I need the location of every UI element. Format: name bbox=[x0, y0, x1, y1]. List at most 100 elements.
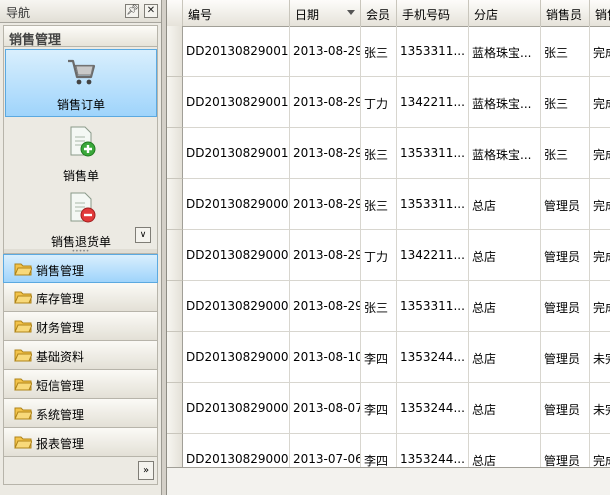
column-header-status[interactable]: 销售 bbox=[590, 0, 610, 26]
cell-date[interactable]: 2013-08-10 bbox=[290, 332, 361, 383]
cell-phone[interactable]: 1353311... bbox=[397, 128, 469, 179]
cell-member[interactable]: 丁力 bbox=[361, 77, 397, 128]
row-header[interactable] bbox=[167, 179, 183, 230]
navigation-title: 导航 bbox=[6, 6, 31, 20]
nav-group-inventory[interactable]: 库存管理 bbox=[3, 283, 158, 312]
folder-icon bbox=[14, 407, 32, 420]
table-row[interactable]: DD201308290013 2013-08-29 张三 1353311... 蓝格珠宝… bbox=[183, 26, 610, 77]
nav-item-label: 销售单 bbox=[62, 169, 99, 183]
cell-member[interactable]: 张三 bbox=[361, 128, 397, 179]
row-header[interactable] bbox=[167, 77, 183, 128]
cell-phone[interactable]: 1353311... bbox=[397, 281, 469, 332]
row-header[interactable] bbox=[167, 383, 183, 434]
cell-salesperson[interactable]: 管理员 bbox=[541, 383, 590, 434]
cell-salesperson[interactable]: 张三 bbox=[541, 77, 590, 128]
double-chevron-right-icon[interactable]: » bbox=[138, 461, 154, 480]
cell-status[interactable]: 未完 bbox=[590, 332, 610, 383]
row-header[interactable] bbox=[167, 230, 183, 281]
cell-date[interactable]: 2013-08-07 bbox=[290, 383, 361, 434]
cell-phone[interactable]: 1353244... bbox=[397, 383, 469, 434]
cell-phone[interactable]: 1342211... bbox=[397, 77, 469, 128]
nav-group-system[interactable]: 系统管理 bbox=[3, 399, 158, 428]
cell-phone[interactable]: 1353311... bbox=[397, 26, 469, 77]
table-row[interactable]: DD201308290005 2013-08-29 张三 1353311... 总店 管理… bbox=[183, 179, 610, 230]
cell-salesperson[interactable]: 管理员 bbox=[541, 281, 590, 332]
cell-date[interactable]: 2013-08-29 bbox=[290, 77, 361, 128]
cell-phone[interactable]: 1353311... bbox=[397, 179, 469, 230]
column-header-salesperson[interactable]: 销售员 bbox=[541, 0, 590, 26]
cell-date[interactable]: 2013-08-29 bbox=[290, 128, 361, 179]
table-row[interactable]: DD201308290004 2013-08-10 李四 1353244... 总店 管理… bbox=[183, 332, 610, 383]
cell-salesperson[interactable]: 张三 bbox=[541, 26, 590, 77]
cell-date[interactable]: 2013-08-29 bbox=[290, 281, 361, 332]
cell-member[interactable]: 李四 bbox=[361, 332, 397, 383]
column-header-branch[interactable]: 分店 bbox=[469, 0, 541, 26]
cell-status[interactable]: 未完 bbox=[590, 383, 610, 434]
nav-item-sales-order[interactable]: 销售订单 bbox=[5, 49, 157, 117]
cell-id[interactable]: DD201308290011 bbox=[183, 128, 290, 179]
pin-icon[interactable]: 📌︎ bbox=[125, 4, 139, 18]
column-header-member[interactable]: 会员 bbox=[361, 0, 397, 26]
column-header-id[interactable]: 编号 bbox=[183, 0, 290, 26]
row-header[interactable] bbox=[167, 332, 183, 383]
cell-status[interactable]: 完成 bbox=[590, 179, 610, 230]
cell-status[interactable]: 完成 bbox=[590, 128, 610, 179]
table-row[interactable]: DD201308290011 2013-08-29 张三 1353311... 蓝格珠宝… bbox=[183, 128, 610, 179]
sort-descending-icon bbox=[347, 10, 355, 15]
cell-salesperson[interactable]: 管理员 bbox=[541, 179, 590, 230]
table-row[interactable]: DD201308290001 2013-08-29 张三 1353311... 总店 管理… bbox=[183, 281, 610, 332]
cell-status[interactable]: 完成 bbox=[590, 26, 610, 77]
column-header-date[interactable]: 日期 bbox=[290, 0, 361, 26]
nav-item-sales-slip[interactable]: 销售单 bbox=[5, 119, 157, 187]
column-header-phone[interactable]: 手机号码 bbox=[397, 0, 469, 26]
cell-date[interactable]: 2013-08-29 bbox=[290, 26, 361, 77]
cell-id[interactable]: DD201308290006 bbox=[183, 383, 290, 434]
cell-id[interactable]: DD201308290003 bbox=[183, 230, 290, 281]
cell-date[interactable]: 2013-08-29 bbox=[290, 179, 361, 230]
cell-phone[interactable]: 1353244... bbox=[397, 332, 469, 383]
nav-group-sms[interactable]: 短信管理 bbox=[3, 370, 158, 399]
cell-status[interactable]: 完成 bbox=[590, 77, 610, 128]
cell-status[interactable]: 完成 bbox=[590, 281, 610, 332]
document-add-icon bbox=[70, 126, 96, 157]
cell-branch[interactable]: 蓝格珠宝... bbox=[469, 77, 541, 128]
cell-branch[interactable]: 总店 bbox=[469, 230, 541, 281]
cell-id[interactable]: DD201308290005 bbox=[183, 179, 290, 230]
cell-id[interactable]: DD201308290012 bbox=[183, 77, 290, 128]
nav-group-reports[interactable]: 报表管理 bbox=[3, 428, 158, 457]
cell-id[interactable]: DD201308290001 bbox=[183, 281, 290, 332]
cell-member[interactable]: 张三 bbox=[361, 281, 397, 332]
cell-branch[interactable]: 蓝格珠宝... bbox=[469, 26, 541, 77]
cell-salesperson[interactable]: 管理员 bbox=[541, 332, 590, 383]
navigation-header: 导航 📌︎ ✕ bbox=[0, 0, 161, 23]
row-header[interactable] bbox=[167, 128, 183, 179]
cell-branch[interactable]: 总店 bbox=[469, 332, 541, 383]
cell-salesperson[interactable]: 管理员 bbox=[541, 230, 590, 281]
navigation-panel: 导航 📌︎ ✕ 销售管理 销售订单 销售单 销售退货单 ∨ ••••• 销售管理… bbox=[0, 0, 162, 495]
cell-branch[interactable]: 总店 bbox=[469, 383, 541, 434]
table-row[interactable]: DD201308290006 2013-08-07 李四 1353244... 总店 管理… bbox=[183, 383, 610, 434]
cell-member[interactable]: 丁力 bbox=[361, 230, 397, 281]
cell-phone[interactable]: 1342211... bbox=[397, 230, 469, 281]
nav-group-sales[interactable]: 销售管理 bbox=[3, 254, 158, 283]
row-header[interactable] bbox=[167, 26, 183, 77]
cell-date[interactable]: 2013-08-29 bbox=[290, 230, 361, 281]
cell-status[interactable]: 完成 bbox=[590, 230, 610, 281]
table-row[interactable]: DD201308290012 2013-08-29 丁力 1342211... 蓝格珠宝… bbox=[183, 77, 610, 128]
chevron-down-icon[interactable]: ∨ bbox=[135, 227, 151, 243]
nav-group-label: 库存管理 bbox=[36, 292, 85, 306]
cell-branch[interactable]: 蓝格珠宝... bbox=[469, 128, 541, 179]
cell-id[interactable]: DD201308290004 bbox=[183, 332, 290, 383]
cell-salesperson[interactable]: 张三 bbox=[541, 128, 590, 179]
cell-branch[interactable]: 总店 bbox=[469, 281, 541, 332]
cell-member[interactable]: 张三 bbox=[361, 26, 397, 77]
table-row[interactable]: DD201308290003 2013-08-29 丁力 1342211... 总店 管理… bbox=[183, 230, 610, 281]
close-icon[interactable]: ✕ bbox=[144, 4, 158, 18]
nav-group-finance[interactable]: 财务管理 bbox=[3, 312, 158, 341]
cell-id[interactable]: DD201308290013 bbox=[183, 26, 290, 77]
row-header[interactable] bbox=[167, 281, 183, 332]
cell-branch[interactable]: 总店 bbox=[469, 179, 541, 230]
nav-group-basic-data[interactable]: 基础资料 bbox=[3, 341, 158, 370]
cell-member[interactable]: 张三 bbox=[361, 179, 397, 230]
cell-member[interactable]: 李四 bbox=[361, 383, 397, 434]
